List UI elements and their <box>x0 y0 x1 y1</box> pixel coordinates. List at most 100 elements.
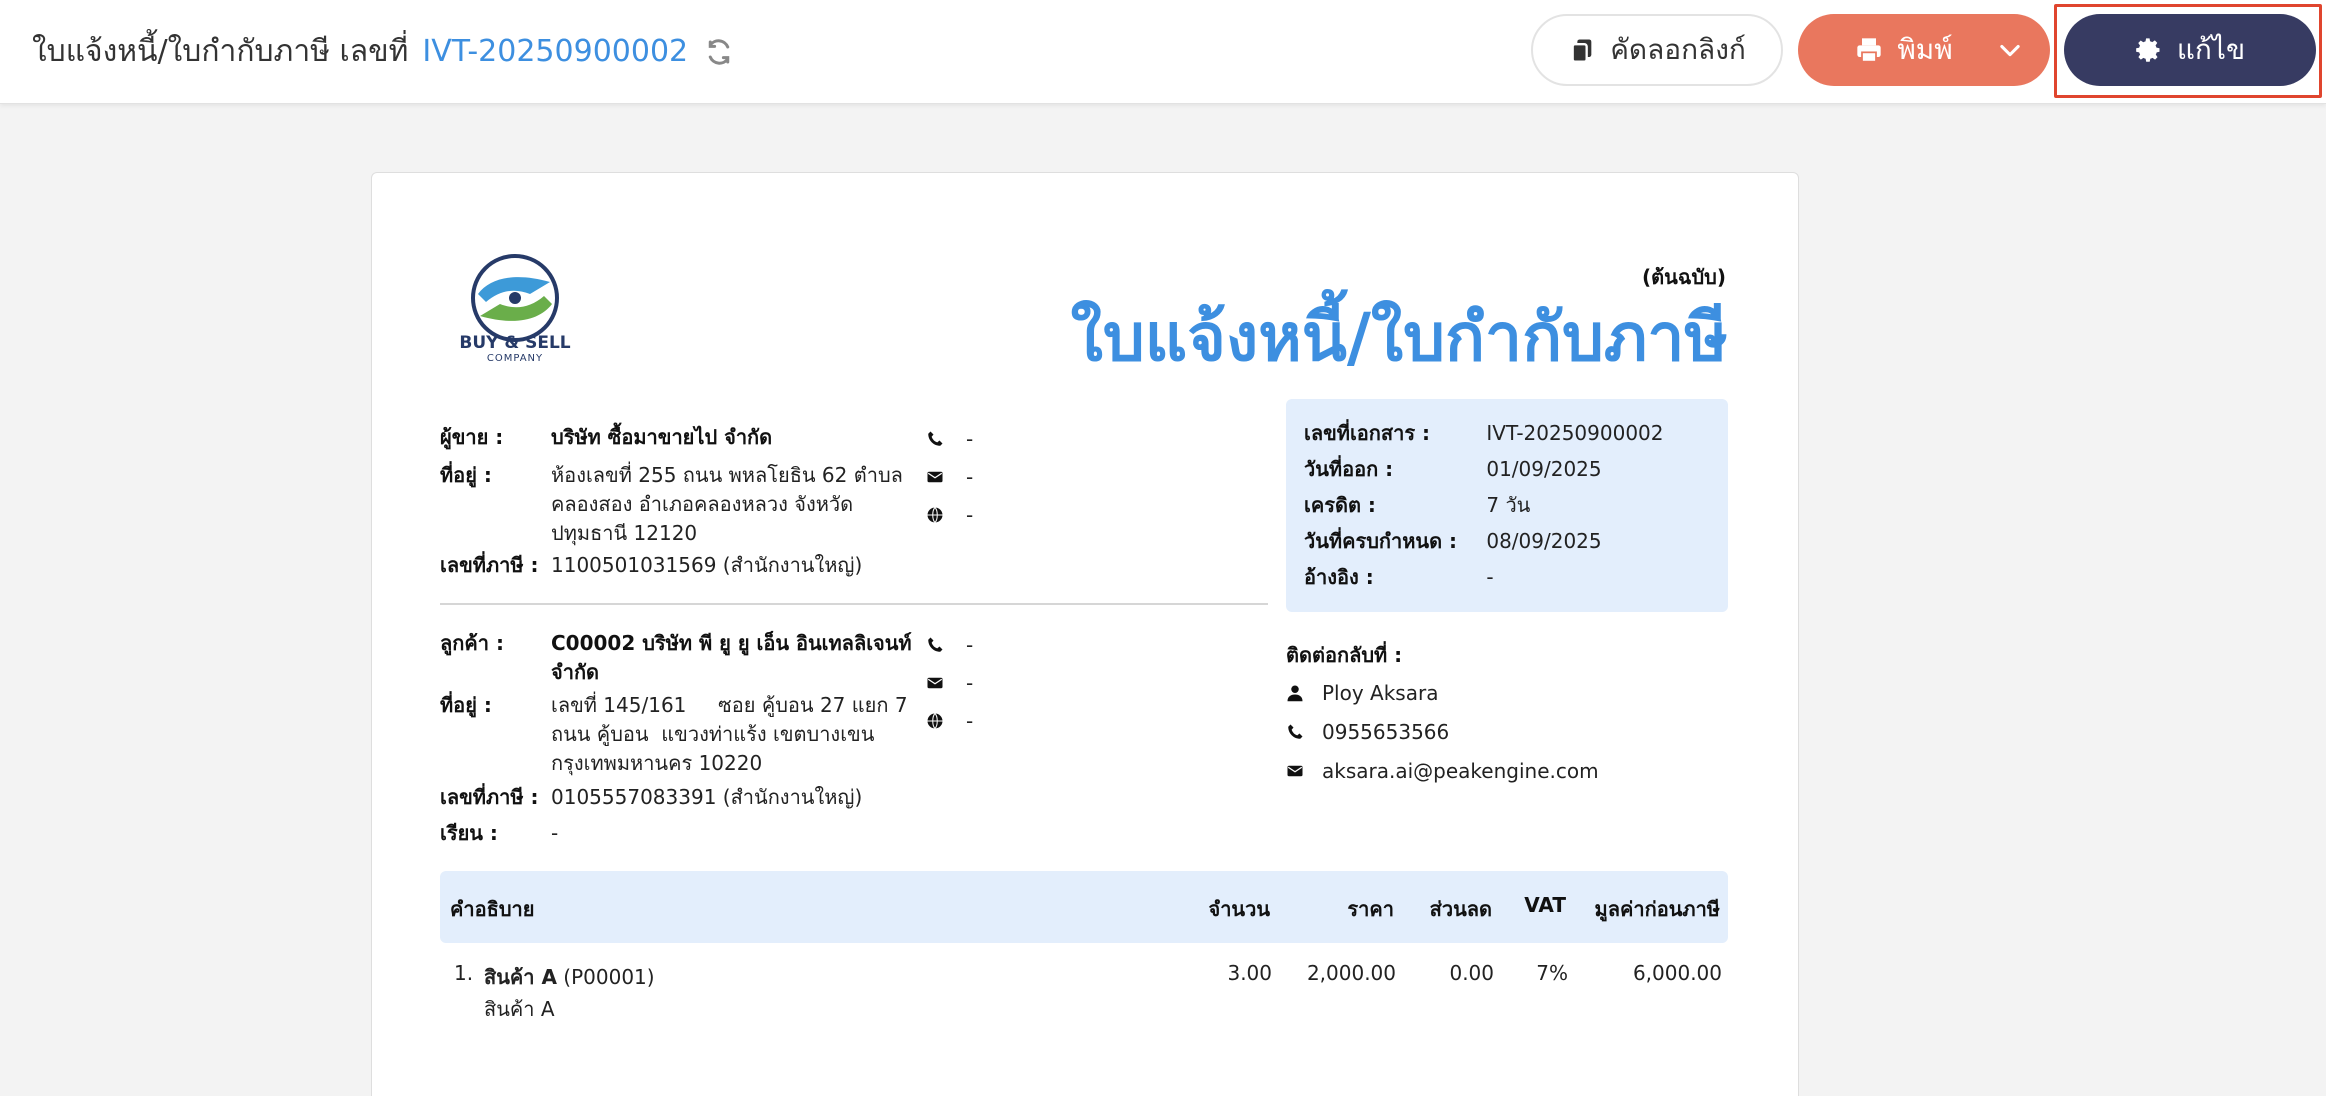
header-discount: ส่วนลด <box>1429 897 1492 921</box>
phone-icon <box>1288 724 1303 739</box>
customer-website-value: - <box>966 709 974 733</box>
document-info-box: เลขที่เอกสาร : IVT-20250900002 วันที่ออก… <box>1286 399 1728 612</box>
page-title-text: ใบแจ้งหนี้/ใบกำกับภาษี เลขที่ <box>32 34 409 69</box>
seller-website-value: - <box>966 503 974 527</box>
header-description: คำอธิบาย <box>450 897 535 921</box>
contact-name: Ploy Aksara <box>1322 681 1439 705</box>
info-reference: อ้างอิง : - <box>1304 561 1494 593</box>
row-discount: 0.00 <box>1449 961 1494 985</box>
customer-attention-label: เรียน : <box>440 821 498 845</box>
info-due-label: วันที่ครบกำหนด : <box>1304 529 1458 553</box>
customer-address-line-2: ถนน คู้บอน แขวงท่าแร้ง เขตบางเขน <box>551 722 875 746</box>
customer-phone: - <box>926 633 973 657</box>
customer-email-value: - <box>966 671 974 695</box>
customer-phone-value: - <box>966 633 974 657</box>
seller-address: ห้องเลขที่ 255 ถนน พหลโยธิน 62 ตำบล คลอง… <box>551 461 903 548</box>
customer-address-line-1: เลขที่ 145/161 ซอย คู้บอน 27 แยก 7 <box>551 693 908 717</box>
customer-label: ลูกค้า : <box>440 631 504 655</box>
info-credit-value: 7 วัน <box>1486 493 1531 517</box>
seller-phone: - <box>926 427 973 451</box>
contact-phone-value: 0955653566 <box>1322 720 1450 744</box>
phone-icon <box>928 637 943 652</box>
header-quantity: จำนวน <box>1208 897 1270 921</box>
refresh-icon[interactable] <box>704 37 734 67</box>
row-number: 1. <box>454 961 474 985</box>
info-doc-no-label: เลขที่เอกสาร : <box>1304 421 1431 445</box>
logo-line-2: COMPANY <box>486 353 544 364</box>
info-doc-no: เลขที่เอกสาร : IVT-20250900002 <box>1304 417 1664 449</box>
envelope-icon <box>927 471 943 483</box>
info-ref-label: อ้างอิง : <box>1304 565 1374 589</box>
customer-website: - <box>926 709 973 733</box>
print-button[interactable]: พิมพ์ <box>1798 14 2050 86</box>
seller-address-line-2: คลองสอง อำเภอคลองหลวง จังหวัด <box>551 492 854 516</box>
seller-website: - <box>926 503 973 527</box>
phone-icon <box>928 431 943 446</box>
info-ref-value: - <box>1486 565 1494 589</box>
info-credit: เครดิต : 7 วัน <box>1304 489 1530 521</box>
edit-button[interactable]: แก้ไข <box>2064 14 2316 86</box>
seller-tax-label: เลขที่ภาษี : <box>440 553 539 577</box>
globe-icon <box>927 713 943 729</box>
chevron-down-icon[interactable] <box>1996 36 2024 64</box>
contact-title: ติดต่อกลับที่ : <box>1286 643 1403 667</box>
logo-line-1: BUY & SELL <box>459 333 571 353</box>
row-amount: 6,000.00 <box>1632 961 1722 985</box>
info-issue-date: วันที่ออก : 01/09/2025 <box>1304 453 1602 485</box>
contact-person: Ploy Aksara <box>1286 681 1438 705</box>
row-product-name: สินค้า A <box>484 965 557 989</box>
invoice-document: BUY & SELL COMPANY (ต้นฉบับ) ใบแจ้งหนี้/… <box>371 172 1799 1096</box>
copy-link-label: คัดลอกลิงก์ <box>1610 33 1746 66</box>
gear-icon <box>2136 38 2160 62</box>
envelope-icon <box>1287 765 1303 777</box>
seller-name: บริษัท ซื้อมาขายไป จำกัด <box>551 425 773 449</box>
items-table-header: คำอธิบาย จำนวน ราคา ส่วนลด VAT มูลค่าก่อ… <box>440 871 1728 943</box>
seller-tax-id: 1100501031569 (สำนักงานใหญ่) <box>551 553 863 577</box>
seller-address-line-3: ปทุมธานี 12120 <box>551 521 698 545</box>
header-amount: มูลค่าก่อนภาษี <box>1594 897 1720 921</box>
customer-name-line-2: จำกัด <box>551 660 600 684</box>
info-due-date: วันที่ครบกำหนด : 08/09/2025 <box>1304 525 1602 557</box>
seller-email: - <box>926 465 973 489</box>
customer-attention: - <box>551 821 559 845</box>
globe-icon <box>927 507 943 523</box>
info-due-value: 08/09/2025 <box>1486 529 1602 553</box>
contact-phone: 0955653566 <box>1286 720 1449 744</box>
info-doc-no-value: IVT-20250900002 <box>1486 421 1664 445</box>
row-vat: 7% <box>1536 961 1568 985</box>
printer-icon <box>1857 38 1881 63</box>
customer-address-label: ที่อยู่ : <box>440 693 492 717</box>
header-vat: VAT <box>1524 893 1566 917</box>
seller-address-label: ที่อยู่ : <box>440 463 492 487</box>
seller-email-value: - <box>966 465 974 489</box>
row-quantity: 3.00 <box>1227 961 1272 985</box>
document-number-link[interactable]: IVT-20250900002 <box>422 34 688 69</box>
seller-address-line-1: ห้องเลขที่ 255 ถนน พหลโยธิน 62 ตำบล <box>551 463 903 487</box>
customer-tax-label: เลขที่ภาษี : <box>440 785 539 809</box>
customer-name-line-1: C00002 บริษัท พี ยู ยู เอ็น อินเทลลิเจนท… <box>551 631 912 655</box>
section-divider <box>440 603 1268 605</box>
customer-address-line-3: กรุงเทพมหานคร 10220 <box>551 751 763 775</box>
row-product-code: (P00001) <box>563 965 655 989</box>
top-bar: ใบแจ้งหนี้/ใบกำกับภาษี เลขที่ IVT-202509… <box>0 0 2326 104</box>
contact-email: aksara.ai@peakengine.com <box>1286 759 1599 783</box>
seller-label: ผู้ขาย : <box>440 425 504 449</box>
envelope-icon <box>927 677 943 689</box>
seller-phone-value: - <box>966 427 974 451</box>
customer-email: - <box>926 671 973 695</box>
info-issue-label: วันที่ออก : <box>1304 457 1394 481</box>
customer-tax-id: 0105557083391 (สำนักงานใหญ่) <box>551 785 863 809</box>
header-price: ราคา <box>1347 897 1394 921</box>
seller-label-row: ผู้ขาย : <box>440 423 503 452</box>
info-issue-value: 01/09/2025 <box>1486 457 1602 481</box>
copy-icon <box>1571 39 1592 63</box>
customer-name: C00002 บริษัท พี ยู ยู เอ็น อินเทลลิเจนท… <box>551 629 912 687</box>
customer-address: เลขที่ 145/161 ซอย คู้บอน 27 แยก 7 ถนน ค… <box>551 691 908 778</box>
copy-link-button[interactable]: คัดลอกลิงก์ <box>1531 14 1783 86</box>
row-price: 2,000.00 <box>1306 961 1396 985</box>
row-product: สินค้า A (P00001) <box>484 961 655 993</box>
print-label: พิมพ์ <box>1897 33 1953 66</box>
document-title: ใบแจ้งหนี้/ใบกำกับภาษี <box>1070 299 1728 376</box>
user-icon <box>1287 685 1303 702</box>
info-credit-label: เครดิต : <box>1304 493 1376 517</box>
